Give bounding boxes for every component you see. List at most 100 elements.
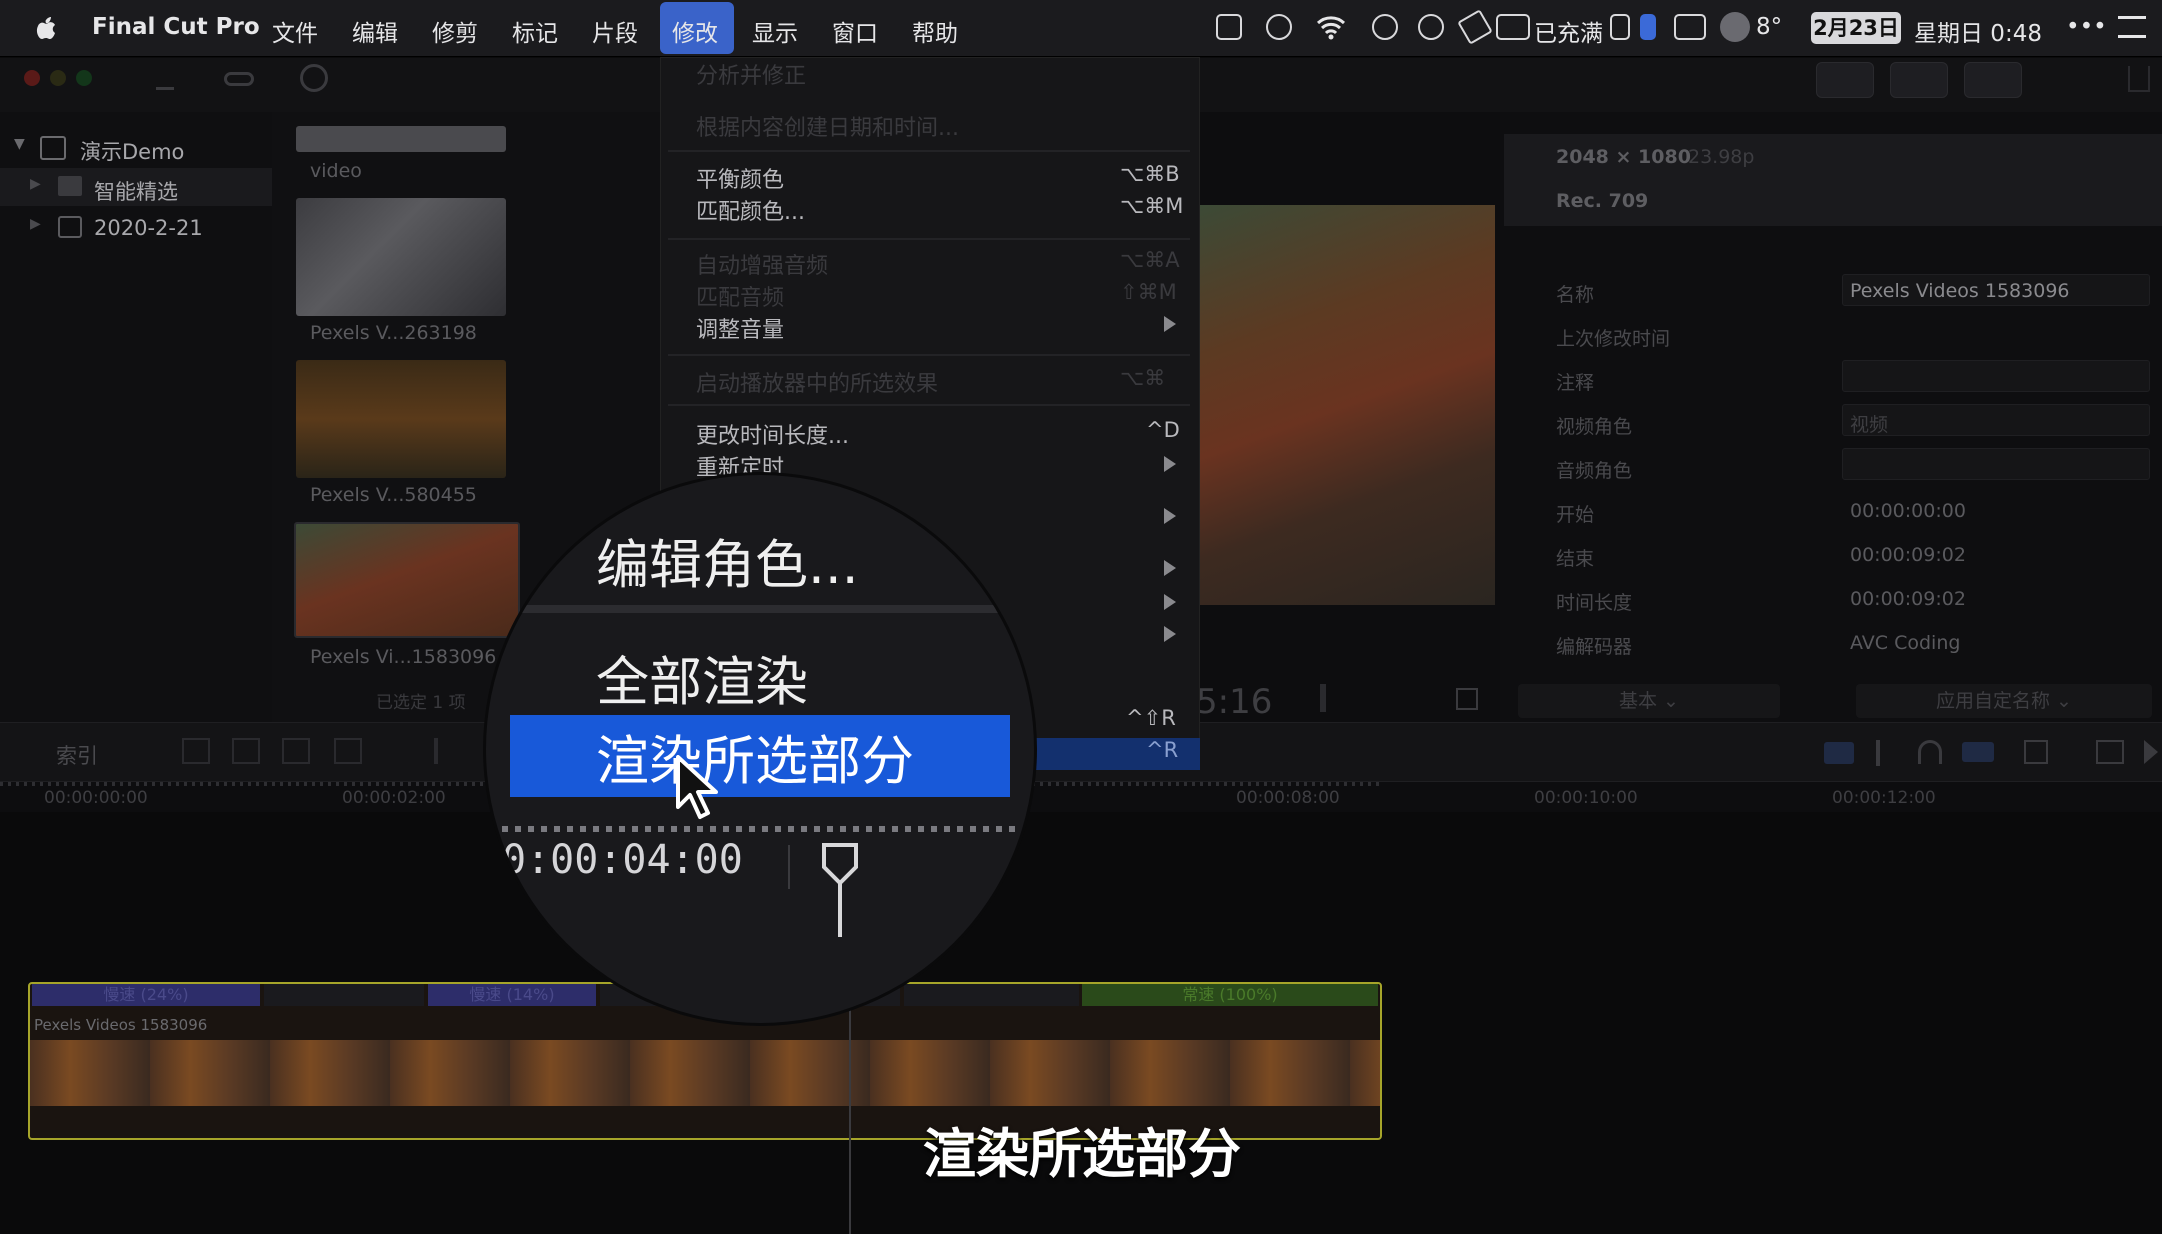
temperature: 8° (1756, 14, 1783, 40)
notification-center-icon[interactable] (2118, 16, 2146, 38)
menu-item-match-audio[interactable]: 匹配音频 (696, 280, 784, 312)
import-icon[interactable] (156, 66, 174, 90)
append-clip-icon[interactable] (282, 738, 310, 764)
connect-clip-icon[interactable] (182, 738, 210, 764)
clip-thumbnail-selected[interactable] (294, 522, 520, 638)
menu-separator (668, 238, 1190, 240)
ruler-label: 00:00:10:00 (1534, 788, 1638, 808)
library-icon (40, 136, 66, 160)
menu-window[interactable]: 窗口 (832, 14, 878, 48)
clip-thumbnail-video[interactable] (296, 126, 506, 152)
input-method-icon[interactable] (1216, 14, 1242, 40)
library-row-smart[interactable]: ▶ 智能精选 (0, 168, 272, 206)
menu-item-change-duration[interactable]: 更改时间长度... (696, 418, 849, 450)
ruler-label: 00:00:02:00 (342, 788, 446, 808)
menu-mark[interactable]: 标记 (512, 14, 558, 48)
airpods-icon[interactable] (1610, 14, 1630, 40)
send-icon[interactable] (1457, 9, 1493, 45)
disclosure-open-icon[interactable]: ▼ (14, 136, 25, 152)
library-row-event[interactable]: ▶ 2020-2-21 (0, 208, 272, 246)
show-inspector-button[interactable] (1964, 62, 2022, 98)
menubar: Final Cut Pro 文件 编辑 修剪 标记 片段 修改 显示 窗口 帮助… (0, 0, 2162, 57)
more-icon[interactable]: ••• (2066, 14, 2107, 40)
show-timeline-button[interactable] (1890, 62, 1948, 98)
battery-level-icon (1640, 14, 1656, 40)
battery-status: 已充满 (1534, 21, 1603, 47)
field-value-start: 00:00:00:00 (1850, 500, 1966, 522)
close-window-button[interactable] (24, 70, 40, 86)
menu-separator (668, 354, 1190, 356)
menu-edit[interactable]: 编辑 (352, 14, 398, 48)
creative-cloud-icon[interactable] (1266, 14, 1292, 40)
bluetooth-icon[interactable] (1372, 14, 1398, 40)
ruler-label: 00:00:00:00 (44, 788, 148, 808)
clock[interactable]: 星期日 0:48 (1914, 14, 2042, 48)
disclosure-closed-icon[interactable]: ▶ (30, 216, 41, 232)
library-row-demo[interactable]: ▼ 演示Demo (0, 128, 272, 166)
menu-app[interactable]: Final Cut Pro (92, 14, 260, 40)
apple-icon[interactable] (34, 12, 58, 42)
field-label: 开始 (1556, 504, 1595, 526)
evernote-icon[interactable] (1418, 14, 1444, 40)
retime-segment-slow[interactable]: 慢速 (24%) (32, 984, 260, 1006)
event-icon (58, 216, 82, 238)
weather-icon[interactable] (1720, 12, 1750, 42)
zoomed-render-bar (502, 826, 1022, 832)
zoom-window-button[interactable] (76, 70, 92, 86)
field-value-codec: AVC Coding (1850, 632, 1961, 654)
zoomed-menu-item-edit-roles[interactable]: 编辑角色... (596, 523, 859, 599)
zoomed-menu-item-render-all[interactable]: 全部渲染 (596, 640, 808, 716)
menu-item-auto-enhance[interactable]: 自动增强音频 (696, 248, 828, 280)
overwrite-clip-icon[interactable] (334, 738, 362, 764)
clip-thumbnail[interactable] (296, 360, 506, 478)
zoomed-menu-item-render-selection[interactable]: 渲染所选部分 (596, 719, 914, 795)
menu-item-set-date[interactable]: 根据内容创建日期和时间... (696, 110, 959, 142)
smart-collection-name: 智能精选 (94, 180, 178, 204)
battery-icon[interactable] (1496, 14, 1530, 40)
keyword-icon[interactable] (224, 72, 254, 86)
menu-item-analyze-fix[interactable]: 分析并修正 (696, 58, 806, 90)
menu-item-match-color[interactable]: 匹配颜色... (696, 194, 805, 226)
menu-help[interactable]: 帮助 (912, 14, 958, 48)
field-label: 结束 (1556, 548, 1595, 570)
selection-info: 已选定 1 项 (376, 693, 466, 713)
select-tool-icon[interactable] (434, 738, 454, 764)
wifi-icon[interactable] (1316, 14, 1346, 40)
menu-item-activate-effect[interactable]: 启动播放器中的所选效果 (696, 366, 938, 398)
zoomed-menu-separator (486, 605, 1034, 613)
menu-trim[interactable]: 修剪 (432, 14, 478, 48)
menu-item-adjust-volume[interactable]: 调整音量 (696, 312, 784, 344)
shortcut-match-audio: ⇧⌘M (1120, 280, 1177, 304)
minimize-window-button[interactable] (50, 70, 66, 86)
field-label: 时间长度 (1556, 592, 1633, 614)
show-browser-button[interactable] (1816, 62, 1874, 98)
audio-role-select[interactable] (1842, 448, 2150, 480)
screen-record-icon[interactable] (1674, 14, 1706, 40)
app-window: Final Cut Pro 文件 编辑 修剪 标记 片段 修改 显示 窗口 帮助… (0, 0, 2162, 1234)
zoomed-ruler-tick (788, 845, 790, 889)
menu-file[interactable]: 文件 (272, 14, 318, 48)
menu-modify[interactable]: 修改 (672, 14, 718, 48)
share-icon[interactable] (2128, 66, 2150, 92)
shortcut-match-color: ⌥⌘M (1120, 194, 1184, 218)
clip-label: video (310, 160, 362, 182)
playhead-marker-icon[interactable] (820, 841, 860, 937)
ruler-label: 00:00:08:00 (1236, 788, 1340, 808)
menu-clip[interactable]: 片段 (592, 14, 638, 48)
clip-thumbnail[interactable] (296, 198, 506, 316)
event-name: 2020-2-21 (94, 216, 203, 240)
date-badge[interactable]: 2月23日 (1811, 12, 1901, 44)
index-button[interactable]: 索引 (56, 740, 98, 770)
menu-item-balance-color[interactable]: 平衡颜色 (696, 162, 784, 194)
field-label: 编解码器 (1556, 636, 1633, 658)
background-tasks-icon[interactable] (300, 64, 328, 92)
shortcut-render-selection: ^R (1146, 738, 1179, 762)
field-label: 音频角色 (1556, 460, 1633, 482)
retime-segment-normal[interactable]: 常速 (100%) (1082, 984, 1378, 1006)
menu-separator (668, 150, 1190, 152)
menu-view[interactable]: 显示 (752, 14, 798, 48)
insert-clip-icon[interactable] (232, 738, 260, 764)
shortcut-change-duration: ^D (1146, 418, 1180, 442)
retime-segment-slow[interactable]: 慢速 (14%) (428, 984, 596, 1006)
disclosure-closed-icon[interactable]: ▶ (30, 176, 41, 192)
